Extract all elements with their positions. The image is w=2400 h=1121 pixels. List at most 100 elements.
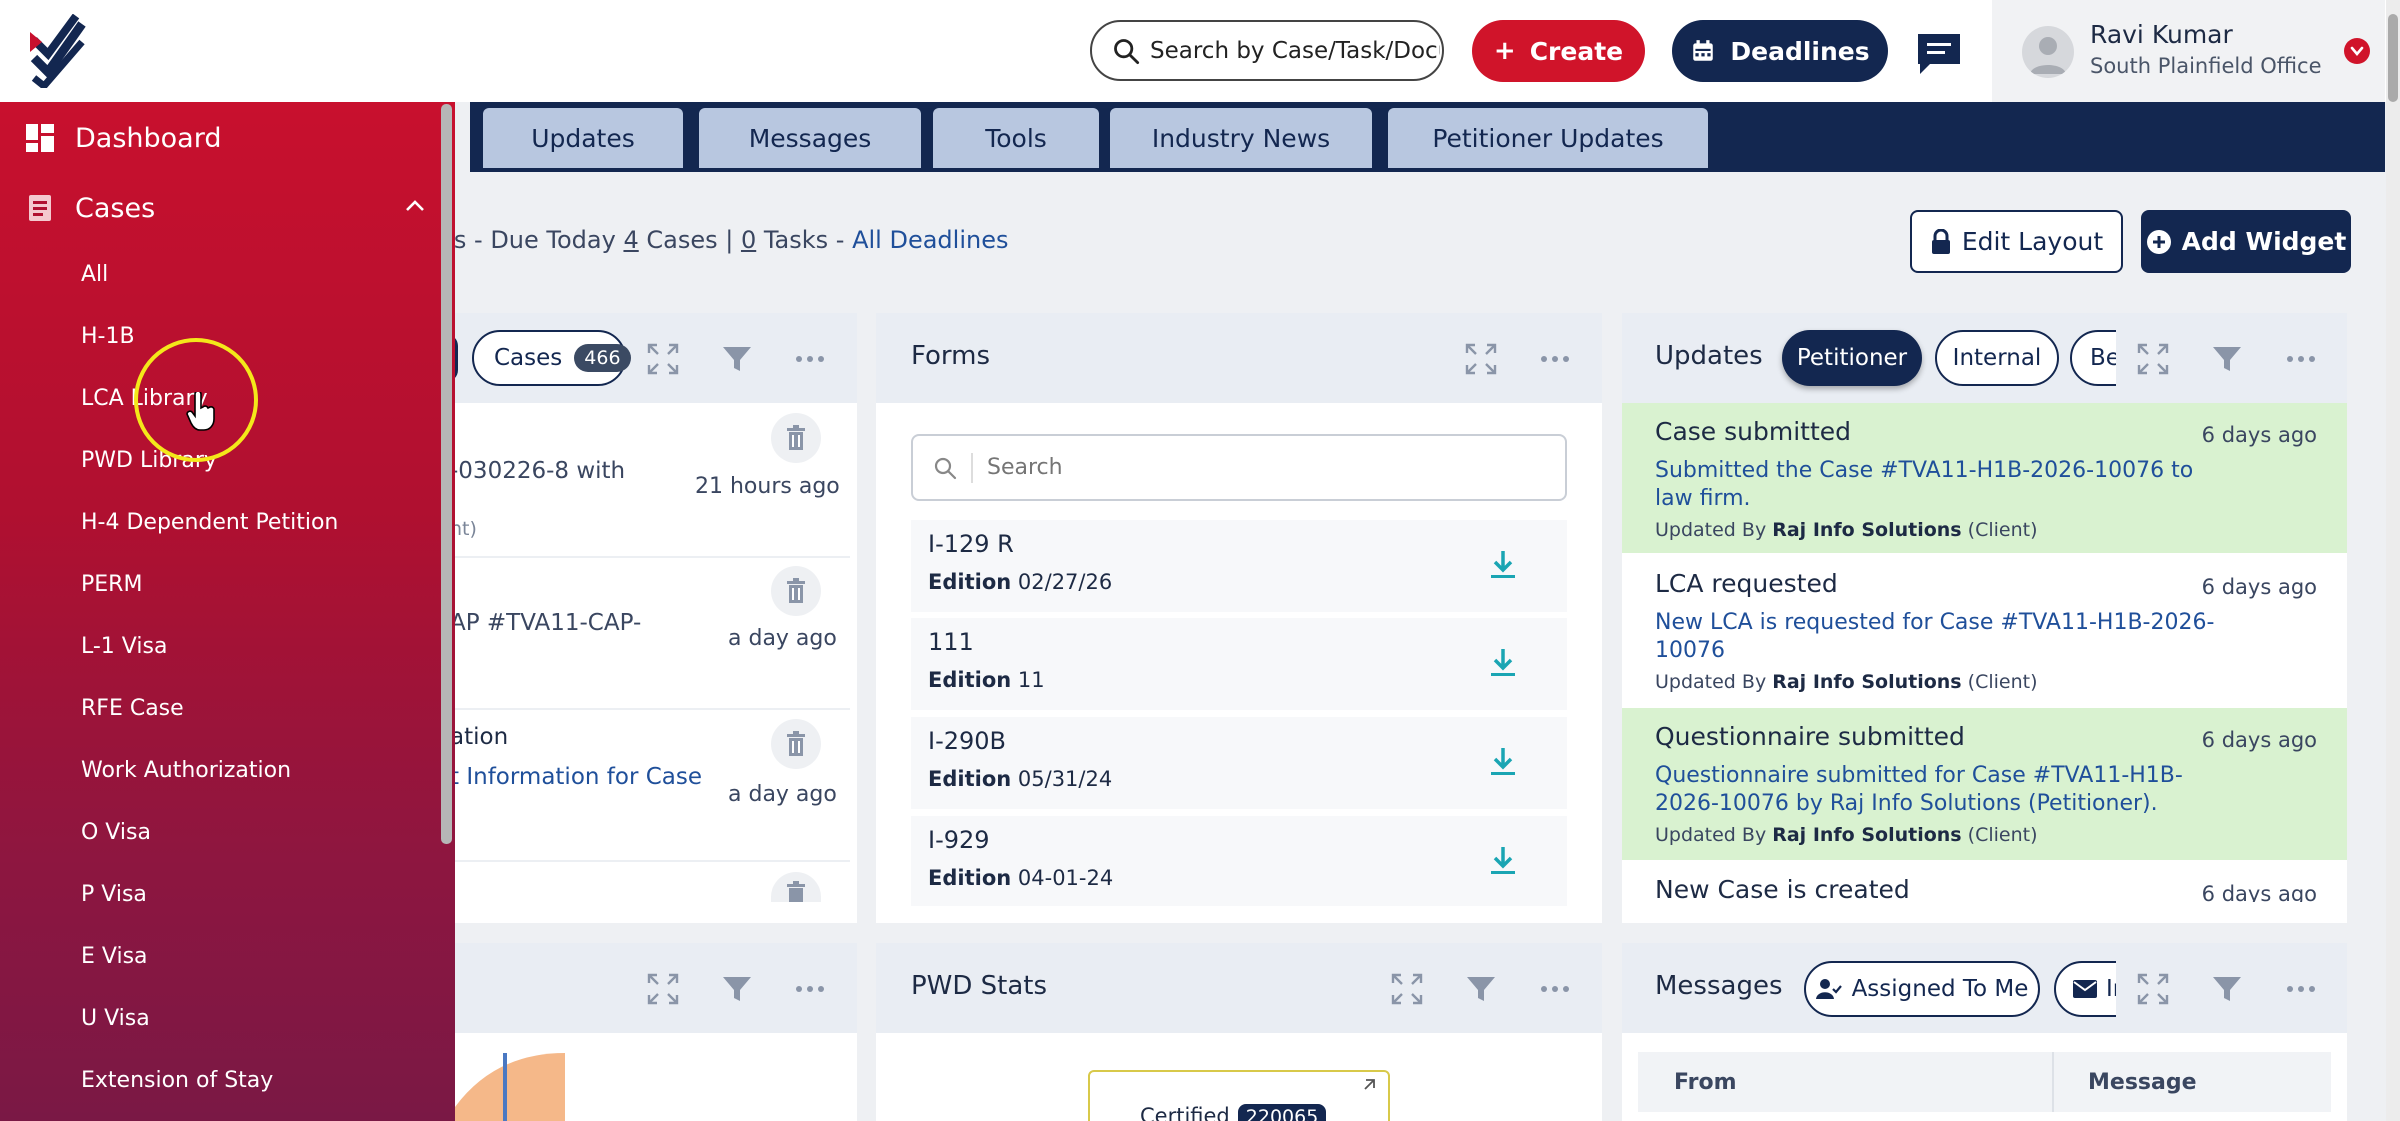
edition-label: Edition xyxy=(928,668,1012,692)
column-from[interactable]: From xyxy=(1674,1070,1737,1095)
chevron-down-icon[interactable] xyxy=(2344,38,2370,64)
more-icon[interactable] xyxy=(792,971,828,1007)
sidebar-subitem-p-visa[interactable]: P Visa xyxy=(81,882,147,907)
sidebar-subitem-l1-visa[interactable]: L-1 Visa xyxy=(81,634,167,659)
all-deadlines-link[interactable]: All Deadlines xyxy=(852,226,1008,254)
certified-label-row: Certified 220065 xyxy=(1140,1104,1327,1121)
certified-stat-card[interactable]: Certified 220065 xyxy=(1088,1070,1390,1121)
filter-icon[interactable] xyxy=(2209,341,2245,377)
form-edition: Edition 02/27/26 xyxy=(928,570,1112,594)
more-icon[interactable] xyxy=(792,341,828,377)
sidebar-subitem-u-visa[interactable]: U Visa xyxy=(81,1006,150,1031)
delete-button[interactable] xyxy=(771,413,821,463)
sidebar xyxy=(0,102,455,1121)
create-button[interactable]: + Create xyxy=(1472,20,1645,82)
sidebar-item-cases[interactable]: Cases xyxy=(0,178,440,238)
form-name: 111 xyxy=(928,628,974,656)
forms-search[interactable] xyxy=(911,434,1567,501)
due-tasks-count[interactable]: 0 xyxy=(741,226,756,254)
user-menu[interactable]: Ravi Kumar South Plainfield Office xyxy=(1992,0,2385,102)
sidebar-item-dashboard[interactable]: Dashboard xyxy=(0,108,440,168)
page-scrollbar-thumb[interactable] xyxy=(2388,14,2398,102)
more-icon[interactable] xyxy=(2283,971,2319,1007)
update-title: New Case is created xyxy=(1655,875,1910,902)
expand-icon[interactable] xyxy=(2135,971,2171,1007)
global-search[interactable] xyxy=(1090,20,1444,81)
sidebar-subitem-e-visa[interactable]: E Visa xyxy=(81,944,148,969)
sidebar-subitem-all[interactable]: All xyxy=(81,262,108,287)
hand-cursor-icon xyxy=(186,392,215,431)
chat-icon[interactable] xyxy=(1914,30,1964,76)
sidebar-subitem-work-authorization[interactable]: Work Authorization xyxy=(81,758,291,783)
sidebar-subitem-extension-of-stay[interactable]: Extension of Stay xyxy=(81,1068,273,1093)
download-icon[interactable] xyxy=(1486,745,1520,779)
filter-internal[interactable]: Internal xyxy=(1935,330,2059,386)
update-item[interactable]: Case submitted 6 days ago Submitted the … xyxy=(1622,403,2347,553)
filter-icon[interactable] xyxy=(1463,971,1499,1007)
filter-icon[interactable] xyxy=(719,971,755,1007)
download-icon[interactable] xyxy=(1486,844,1520,878)
avatar xyxy=(2022,26,2074,78)
external-link-icon[interactable] xyxy=(1362,1078,1376,1092)
form-name: I-929 xyxy=(928,826,990,854)
filter-icon[interactable] xyxy=(719,341,755,377)
tab-industry-news[interactable]: Industry News xyxy=(1110,108,1372,168)
deadlines-button[interactable]: Deadlines xyxy=(1672,20,1888,82)
due-cases-count[interactable]: 4 xyxy=(623,226,638,254)
form-row[interactable]: I-290B Edition 05/31/24 xyxy=(911,717,1567,809)
chevron-up-icon[interactable] xyxy=(404,198,426,214)
filter-beneficiary[interactable]: Be xyxy=(2070,330,2116,386)
case-item-text: ation xyxy=(450,724,509,750)
search-input[interactable] xyxy=(1150,37,1440,64)
tab-tools[interactable]: Tools xyxy=(933,108,1099,168)
sidebar-scrollbar[interactable] xyxy=(441,104,452,844)
expand-icon[interactable] xyxy=(1463,341,1499,377)
filter-icon[interactable] xyxy=(2209,971,2245,1007)
filter-petitioner[interactable]: Petitioner xyxy=(1782,330,1922,386)
edit-layout-button[interactable]: Edit Layout xyxy=(1910,210,2123,273)
sidebar-subitem-o-visa[interactable]: O Visa xyxy=(81,820,151,845)
deadline-summary: ks - Due Today 4 Cases | 0 Tasks - All D… xyxy=(440,226,1008,254)
sidebar-subitem-rfe-case[interactable]: RFE Case xyxy=(81,696,184,721)
tab-petitioner-updates[interactable]: Petitioner Updates xyxy=(1388,108,1708,168)
app-logo[interactable] xyxy=(30,14,86,88)
tab-updates[interactable]: Updates xyxy=(483,108,683,168)
filter-partial-clip: In xyxy=(2054,961,2116,1017)
expand-icon[interactable] xyxy=(645,971,681,1007)
delete-button[interactable] xyxy=(771,566,821,616)
edition-value: 11 xyxy=(1017,668,1045,692)
sidebar-subitem-h1b[interactable]: H-1B xyxy=(81,324,135,349)
update-item[interactable]: New Case is created 6 days ago xyxy=(1622,862,2347,902)
download-icon[interactable] xyxy=(1486,548,1520,582)
expand-icon[interactable] xyxy=(645,341,681,377)
add-widget-button[interactable]: Add Widget xyxy=(2141,210,2351,273)
form-row[interactable]: 111 Edition 11 xyxy=(911,618,1567,710)
sidebar-subitem-h4-dependent[interactable]: H-4 Dependent Petition xyxy=(81,510,338,535)
update-description: New LCA is requested for Case #TVA11-H1B… xyxy=(1655,610,2215,663)
cases-filter-pill[interactable]: Cases 466 xyxy=(472,330,631,386)
delete-button[interactable] xyxy=(771,719,821,769)
user-check-icon xyxy=(1815,979,1842,999)
form-row[interactable]: I-129 R Edition 02/27/26 xyxy=(911,520,1567,612)
more-icon[interactable] xyxy=(1537,341,1573,377)
expand-icon[interactable] xyxy=(2135,341,2171,377)
update-item[interactable]: Questionnaire submitted 6 days ago Quest… xyxy=(1622,708,2347,860)
tab-messages[interactable]: Messages xyxy=(699,108,921,168)
filter-assigned-to-me[interactable]: Assigned To Me xyxy=(1804,961,2040,1017)
page-scrollbar[interactable] xyxy=(2386,0,2400,1121)
filter-inbox[interactable]: In xyxy=(2054,961,2116,1017)
form-row[interactable]: I-929 Edition 04-01-24 xyxy=(911,816,1567,906)
deadline-prefix: ks - Due Today xyxy=(440,226,624,254)
update-item[interactable]: LCA requested 6 days ago New LCA is requ… xyxy=(1622,555,2347,705)
forms-search-input[interactable] xyxy=(987,455,1507,480)
column-message[interactable]: Message xyxy=(2088,1070,2197,1095)
download-icon[interactable] xyxy=(1486,646,1520,680)
expand-icon[interactable] xyxy=(1389,971,1425,1007)
sidebar-item-label: Cases xyxy=(75,192,156,224)
more-icon[interactable] xyxy=(2283,341,2319,377)
more-icon[interactable] xyxy=(1537,971,1573,1007)
sidebar-subitem-perm[interactable]: PERM xyxy=(81,572,142,597)
update-author: Updated By Raj Info Solutions (Client) xyxy=(1655,671,2038,693)
form-edition: Edition 05/31/24 xyxy=(928,767,1112,791)
tab-strip: Updates Messages Tools Industry News Pet… xyxy=(470,102,2385,172)
